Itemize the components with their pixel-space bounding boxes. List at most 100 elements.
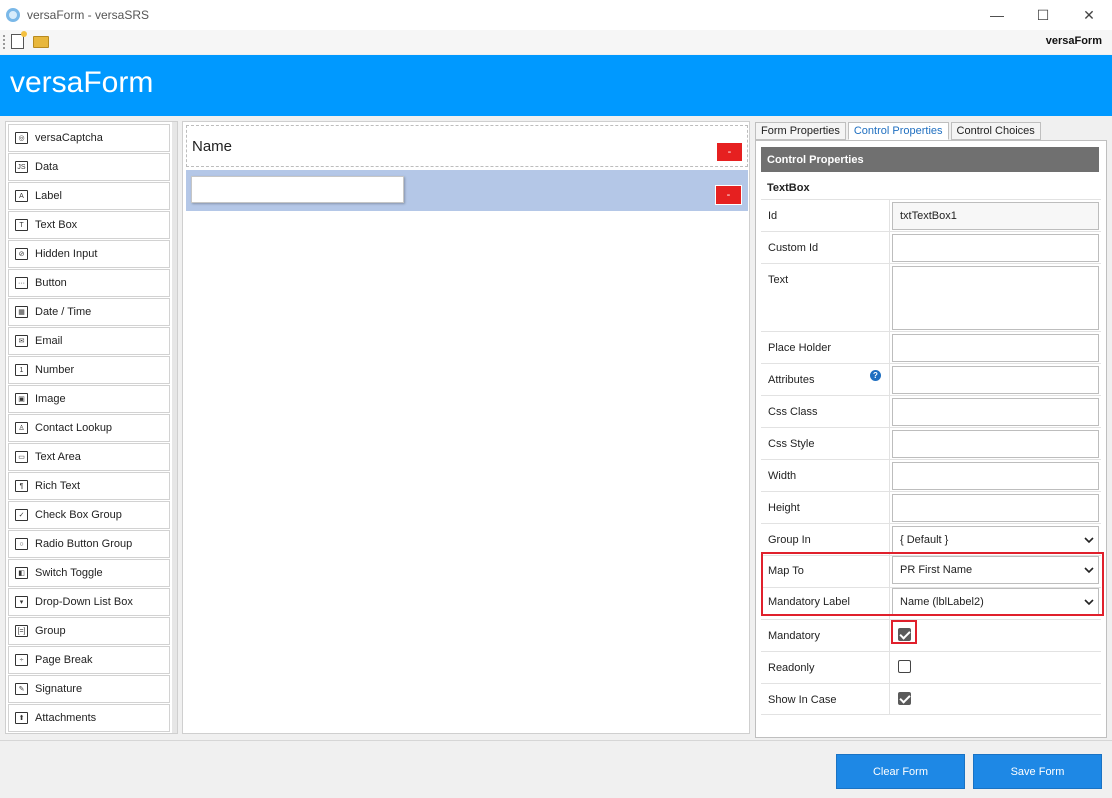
palette-item-label: Drop-Down List Box [35,596,133,608]
prop-row-attributes: Attributes ? [761,363,1101,395]
palette-item-label: Label [35,190,62,202]
palette-item-label: Number [35,364,75,376]
place-holder-field[interactable] [892,334,1099,362]
page-break-icon: ÷ [15,654,28,666]
palette-item[interactable]: JS Data [8,153,170,181]
prop-row-group-in: Group In { Default } [761,523,1101,555]
height-field[interactable] [892,494,1099,522]
tab-form-properties[interactable]: Form Properties [755,122,846,140]
palette-item-label: Attachments [35,712,97,724]
envelope-icon: ✉ [15,335,28,347]
custom-id-field[interactable] [892,234,1099,262]
palette-item[interactable]: ◎ versaCaptcha [8,124,170,152]
palette-item[interactable]: ✉ Email [8,327,170,355]
width-label: Width [768,470,797,482]
button-icon: ··· [15,277,28,289]
textbox-icon: T [15,219,28,231]
palette-scrollbar[interactable] [172,122,177,733]
control-properties-panel: Control Properties TextBox Id txtTextBox… [755,140,1107,738]
title-bar: versaForm - versaSRS — ☐ ✕ [0,0,1112,30]
clear-form-button[interactable]: Clear Form [836,754,965,789]
id-label: Id [768,210,778,222]
palette-item-label: Date / Time [35,306,92,318]
custom-id-label: Custom Id [768,242,819,254]
palette-item[interactable]: 1 Number [8,356,170,384]
number-icon: 1 [15,364,28,376]
text-field[interactable] [892,266,1099,330]
highlight-box-mandatory [891,620,917,644]
calendar-icon: ▦ [15,306,28,318]
width-field[interactable] [892,462,1099,490]
palette-item-label: Image [35,393,66,405]
show-in-case-text: Show In Case [768,694,837,706]
minimize-button[interactable]: — [974,0,1020,30]
palette-item-label: Text Box [35,219,78,231]
app-logo-icon [6,8,20,22]
palette-item[interactable]: ▭ Text Area [8,443,170,471]
palette-item[interactable]: ⬆ Attachments [8,704,170,732]
height-label: Height [768,502,800,514]
properties-header: Control Properties [761,147,1099,172]
palette-item-label: Switch Toggle [35,567,103,579]
palette-item[interactable]: T Text Box [8,211,170,239]
group-in-value: { Default } [900,534,949,546]
css-class-field[interactable] [892,398,1099,426]
palette-item[interactable]: ··· Button [8,269,170,297]
palette-item[interactable]: ○ Radio Button Group [8,530,170,558]
new-file-icon[interactable] [11,31,27,49]
palette-item[interactable]: ¶ Rich Text [8,472,170,500]
palette-item[interactable]: ▾ Drop-Down List Box [8,588,170,616]
palette-item[interactable]: ÷ Page Break [8,646,170,674]
palette-item[interactable]: ♙ Contact Lookup [8,414,170,442]
delete-row-button[interactable]: - [716,142,743,162]
group-in-select[interactable]: { Default } [892,526,1099,554]
palette-item-label: Hidden Input [35,248,98,260]
prop-row-id: Id txtTextBox1 [761,199,1101,231]
tab-control-choices[interactable]: Control Choices [950,122,1041,140]
show-in-case-checkbox[interactable] [898,692,911,705]
prop-row-readonly: Readonly [761,651,1101,683]
save-form-button[interactable]: Save Form [973,754,1102,789]
prop-row-css-style: Css Style [761,427,1101,459]
upload-icon: ⬆ [15,712,28,724]
form-row-textbox-selected[interactable]: - [186,170,748,211]
form-row-label[interactable]: Name - [186,125,748,167]
form-canvas[interactable]: Name - - [182,121,750,734]
palette-item-label: Text Area [35,451,81,463]
palette-item[interactable]: ◧ Switch Toggle [8,559,170,587]
maximize-button[interactable]: ☐ [1020,0,1066,30]
textbox-preview[interactable] [191,176,404,203]
toolbar-grip-icon [3,35,5,49]
action-bar: Clear Form Save Form [0,740,1112,798]
prop-row-custom-id: Custom Id [761,231,1101,263]
prop-row-width: Width [761,459,1101,491]
tab-control-properties[interactable]: Control Properties [847,122,949,140]
palette-item[interactable]: ⊘ Hidden Input [8,240,170,268]
prop-row-place-holder: Place Holder [761,331,1101,363]
contact-icon: ♙ [15,422,28,434]
close-button[interactable]: ✕ [1066,0,1112,30]
name-label: Name [192,138,233,155]
toggle-icon: ◧ [15,567,28,579]
window-controls: — ☐ ✕ [974,0,1112,30]
css-style-field[interactable] [892,430,1099,458]
window-title: versaForm - versaSRS [27,8,150,22]
palette-item[interactable]: ✓ Check Box Group [8,501,170,529]
palette-item[interactable]: ▣ Image [8,385,170,413]
prop-row-text: Text [761,263,1101,331]
open-folder-icon[interactable] [33,36,49,48]
help-icon[interactable]: ? [870,370,881,381]
prop-row-mandatory: Mandatory [761,619,1101,651]
palette-item[interactable]: [=] Group [8,617,170,645]
palette-item[interactable]: ✎ Signature [8,675,170,703]
attributes-field[interactable] [892,366,1099,394]
id-field[interactable]: txtTextBox1 [892,202,1099,230]
palette-item[interactable]: ▦ Date / Time [8,298,170,326]
palette-item-label: Data [35,161,59,173]
readonly-checkbox[interactable] [898,660,911,673]
delete-row-button[interactable]: - [715,185,742,205]
rich-text-icon: ¶ [15,480,28,492]
app-title: versaForm [10,66,154,99]
text-label: Text [768,274,789,286]
palette-item[interactable]: A Label [8,182,170,210]
